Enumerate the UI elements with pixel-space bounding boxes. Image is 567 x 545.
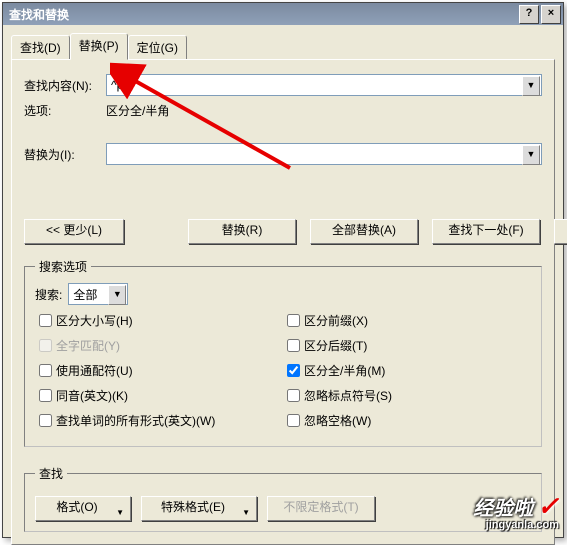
checkbox-option[interactable]: 同音(英文)(K) — [35, 386, 283, 405]
close-button[interactable]: × — [541, 5, 561, 24]
checkmark-icon: ✓ — [537, 491, 559, 521]
dropdown-arrow-icon[interactable]: ▼ — [522, 145, 540, 165]
cancel-button[interactable]: 取消 — [554, 219, 567, 244]
replace-with-input[interactable]: ▼ — [106, 143, 542, 165]
client-area: 查找(D) 替换(P) 定位(G) 查找内容(N): ^p ▼ 选项: 区分全/… — [3, 25, 563, 537]
checkbox-option[interactable]: 忽略标点符号(S) — [283, 386, 531, 405]
find-format-group: 查找 格式(O) 特殊格式(E) 不限定格式(T) — [24, 465, 542, 532]
find-what-value: ^p — [111, 78, 123, 92]
search-scope-select[interactable]: 全部 ▼ — [68, 283, 128, 305]
checkbox-input[interactable] — [39, 364, 52, 377]
format-button[interactable]: 格式(O) — [35, 496, 131, 521]
checkbox-option[interactable]: 区分大小写(H) — [35, 311, 283, 330]
checkbox-label: 查找单词的所有形式(英文)(W) — [56, 412, 215, 429]
find-what-label: 查找内容(N): — [24, 77, 106, 94]
watermark-text: 经验啦 — [473, 498, 533, 520]
search-scope-label: 搜索: — [35, 286, 62, 303]
checkbox-option[interactable]: 使用通配符(U) — [35, 361, 283, 380]
tab-goto[interactable]: 定位(G) — [128, 35, 187, 59]
checkbox-left-column: 区分大小写(H) 全字匹配(Y) 使用通配符(U) 同音(英文)(K) 查找单词的所有形… — [35, 311, 283, 436]
checkbox-label: 忽略空格(W) — [304, 412, 371, 429]
checkbox-input[interactable] — [287, 364, 300, 377]
search-scope-value: 全部 — [73, 286, 97, 303]
tab-strip: 查找(D) 替换(P) 定位(G) — [11, 33, 555, 59]
checkbox-label: 同音(英文)(K) — [56, 387, 128, 404]
less-button[interactable]: << 更少(L) — [24, 219, 124, 244]
checkbox-label: 区分后缀(T) — [304, 337, 367, 354]
find-replace-dialog: 查找和替换 ? × 查找(D) 替换(P) 定位(G) 查找内容(N): ^p … — [2, 2, 564, 538]
checkbox-label: 忽略标点符号(S) — [304, 387, 392, 404]
tab-find[interactable]: 查找(D) — [11, 35, 70, 59]
checkbox-label: 区分大小写(H) — [56, 312, 133, 329]
action-buttons-row: << 更少(L) 替换(R) 全部替换(A) 查找下一处(F) 取消 — [24, 219, 542, 244]
titlebar[interactable]: 查找和替换 ? × — [3, 3, 563, 25]
search-options-group: 搜索选项 搜索: 全部 ▼ 区分大小写(H) 全字匹配(Y) 使用通配符(U) 同音(… — [24, 258, 542, 447]
dropdown-arrow-icon[interactable]: ▼ — [522, 76, 540, 96]
checkbox-option[interactable]: 区分全/半角(M) — [283, 361, 531, 380]
checkbox-option: 全字匹配(Y) — [35, 336, 283, 355]
options-value: 区分全/半角 — [106, 102, 169, 119]
checkbox-input[interactable] — [39, 389, 52, 402]
checkbox-right-column: 区分前缀(X) 区分后缀(T) 区分全/半角(M) 忽略标点符号(S) 忽略空格(W) — [283, 311, 531, 436]
no-format-button: 不限定格式(T) — [267, 496, 375, 521]
find-next-button[interactable]: 查找下一处(F) — [432, 219, 540, 244]
checkbox-input[interactable] — [39, 414, 52, 427]
checkbox-label: 区分全/半角(M) — [304, 362, 385, 379]
checkbox-label: 区分前缀(X) — [304, 312, 368, 329]
replace-panel: 查找内容(N): ^p ▼ 选项: 区分全/半角 替换为(I): ▼ — [11, 59, 555, 545]
checkbox-option[interactable]: 查找单词的所有形式(英文)(W) — [35, 411, 283, 430]
checkbox-input[interactable] — [39, 314, 52, 327]
help-button[interactable]: ? — [519, 5, 539, 24]
find-what-input[interactable]: ^p ▼ — [106, 74, 542, 96]
replace-all-button[interactable]: 全部替换(A) — [310, 219, 418, 244]
replace-with-label: 替换为(I): — [24, 146, 106, 163]
checkbox-label: 使用通配符(U) — [56, 362, 133, 379]
checkbox-input[interactable] — [287, 314, 300, 327]
checkbox-input[interactable] — [287, 339, 300, 352]
checkbox-option[interactable]: 区分后缀(T) — [283, 336, 531, 355]
search-options-legend: 搜索选项 — [35, 258, 91, 275]
tab-replace[interactable]: 替换(P) — [70, 33, 128, 60]
special-format-button[interactable]: 特殊格式(E) — [141, 496, 257, 521]
watermark-url: jingyanla.com — [473, 519, 559, 531]
checkbox-option[interactable]: 区分前缀(X) — [283, 311, 531, 330]
checkbox-input[interactable] — [287, 414, 300, 427]
checkbox-option[interactable]: 忽略空格(W) — [283, 411, 531, 430]
checkbox-label: 全字匹配(Y) — [56, 337, 120, 354]
options-label: 选项: — [24, 102, 106, 119]
find-format-legend: 查找 — [35, 465, 67, 482]
dropdown-arrow-icon[interactable]: ▼ — [108, 285, 126, 305]
replace-button[interactable]: 替换(R) — [188, 219, 296, 244]
watermark: 经验啦✓ jingyanla.com — [473, 493, 559, 531]
checkbox-input[interactable] — [287, 389, 300, 402]
window-title: 查找和替换 — [9, 6, 69, 23]
checkbox-input — [39, 339, 52, 352]
